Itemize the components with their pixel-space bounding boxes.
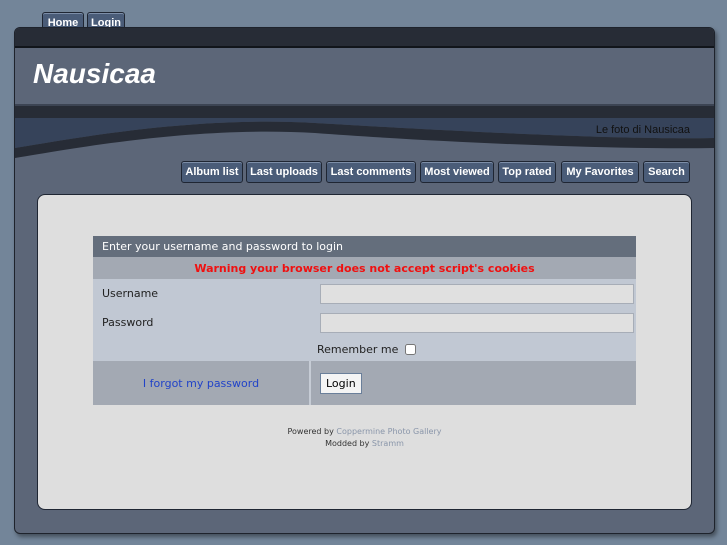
username-label: Username <box>102 287 159 300</box>
site-title: Nausicaa <box>33 58 156 89</box>
login-table: Enter your username and password to logi… <box>93 236 636 405</box>
password-input[interactable] <box>320 312 634 333</box>
top-band <box>15 28 714 48</box>
stramm-link[interactable]: Stramm <box>372 439 404 448</box>
remember-checkbox[interactable] <box>404 344 416 355</box>
username-input[interactable] <box>320 283 634 304</box>
password-label: Password <box>102 316 154 329</box>
coppermine-link[interactable]: Coppermine Photo Gallery <box>336 427 441 436</box>
login-heading: Enter your username and password to logi… <box>102 240 343 253</box>
nav-last-comments[interactable]: Last comments <box>326 161 416 183</box>
nav-last-uploads[interactable]: Last uploads <box>246 161 322 183</box>
cookie-warning: Warning your browser does not accept scr… <box>194 261 535 275</box>
content-panel: Enter your username and password to logi… <box>37 194 692 510</box>
nav-top-rated[interactable]: Top rated <box>498 161 556 183</box>
nav-album-list[interactable]: Album list <box>181 161 243 183</box>
modded-by-text: Modded by <box>325 439 370 448</box>
powered-by-text: Powered by <box>287 427 334 436</box>
nav-search[interactable]: Search <box>643 161 690 183</box>
page-frame: Nausicaa Le foto di Nausicaa Album list … <box>14 27 715 534</box>
login-button[interactable]: Login <box>320 372 362 394</box>
nav-my-favorites[interactable]: My Favorites <box>561 161 639 183</box>
site-subtitle: Le foto di Nausicaa <box>595 124 690 136</box>
nav-most-viewed[interactable]: Most viewed <box>420 161 494 183</box>
forgot-password-link[interactable]: I forgot my password <box>143 377 259 390</box>
remember-label: Remember me <box>317 342 399 356</box>
